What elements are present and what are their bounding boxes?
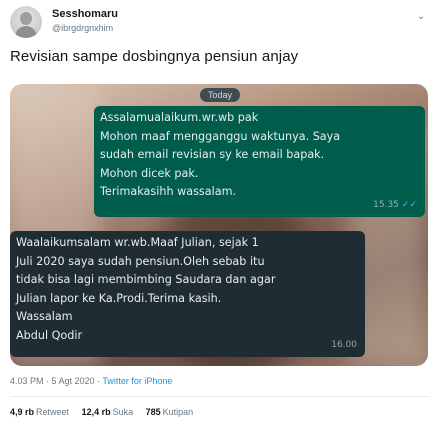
message-line: tidak bisa lagi membimbing Saudara dan a…	[16, 273, 276, 286]
tweet-text: Revisian sampe dosbingnya pensiun anjay	[10, 48, 299, 65]
retweet-stat[interactable]: 4,9 rb Retweet	[10, 407, 69, 417]
avatar-body-shape	[15, 26, 37, 38]
like-stat[interactable]: 12,4 rb Suka	[82, 407, 134, 417]
read-receipt-icon: ✓✓	[401, 199, 417, 210]
message-meta: 16.00	[331, 336, 357, 355]
message-line: Abdul Qodir	[16, 328, 83, 342]
tweet-media-image[interactable]: Today Assalamualaikum.wr.wb pak Mohon ma…	[10, 84, 428, 366]
message-line: Mohon maaf mengganggu waktunya. Saya	[100, 129, 341, 143]
quote-stat[interactable]: 785 Kutipan	[146, 407, 194, 417]
divider	[10, 396, 430, 397]
avatar-head-shape	[20, 12, 32, 25]
tweet-time[interactable]: 4.03 PM · 5 Agt 2020 ·	[10, 376, 102, 386]
message-line: Wassalam	[16, 310, 73, 323]
message-time: 16.00	[331, 339, 357, 350]
outgoing-message-bubble: Assalamualaikum.wr.wb pak Mohon maaf men…	[94, 106, 425, 217]
message-line: Assalamualaikum.wr.wb pak	[100, 111, 259, 124]
message-line: Waalaikumsalam wr.wb.Maaf Julian, sejak …	[16, 236, 259, 249]
message-line: Mohon dicek pak.	[100, 166, 199, 180]
tweet-stats: 4,9 rb Retweet 12,4 rb Suka 785 Kutipan	[10, 407, 203, 417]
avatar[interactable]	[10, 6, 42, 38]
message-meta: 15.35 ✓✓	[373, 196, 417, 215]
display-name[interactable]: Sesshomaru	[52, 8, 118, 20]
tweet-header: Sesshomaru @ibrgdrgnxhim ⌄	[10, 6, 430, 40]
message-line: sudah email revisian sy ke email bapak.	[100, 148, 325, 161]
chat-date-label: Today	[200, 88, 240, 102]
like-label: Suka	[112, 407, 134, 417]
quote-label: Kutipan	[162, 407, 194, 417]
user-handle[interactable]: @ibrgdrgnxhim	[52, 23, 113, 33]
retweet-label: Retweet	[36, 407, 70, 417]
tweet-source-link[interactable]: Twitter for iPhone	[102, 376, 172, 386]
like-count: 12,4 rb	[81, 407, 111, 417]
message-line: Terimakasihh wassalam.	[100, 185, 237, 198]
quote-count: 785	[145, 407, 161, 417]
incoming-message-bubble: Waalaikumsalam wr.wb.Maaf Julian, sejak …	[10, 231, 365, 357]
retweet-count: 4,9 rb	[10, 407, 35, 417]
tweet-timestamp: 4.03 PM · 5 Agt 2020 · Twitter for iPhon…	[10, 376, 172, 386]
chevron-down-icon[interactable]: ⌄	[414, 10, 428, 24]
message-line: Juli 2020 saya sudah pensiun.Oleh sebab …	[16, 254, 265, 268]
message-time: 15.35	[373, 199, 399, 210]
message-line: Julian lapor ke Ka.Prodi.Terima kasih.	[16, 291, 222, 305]
